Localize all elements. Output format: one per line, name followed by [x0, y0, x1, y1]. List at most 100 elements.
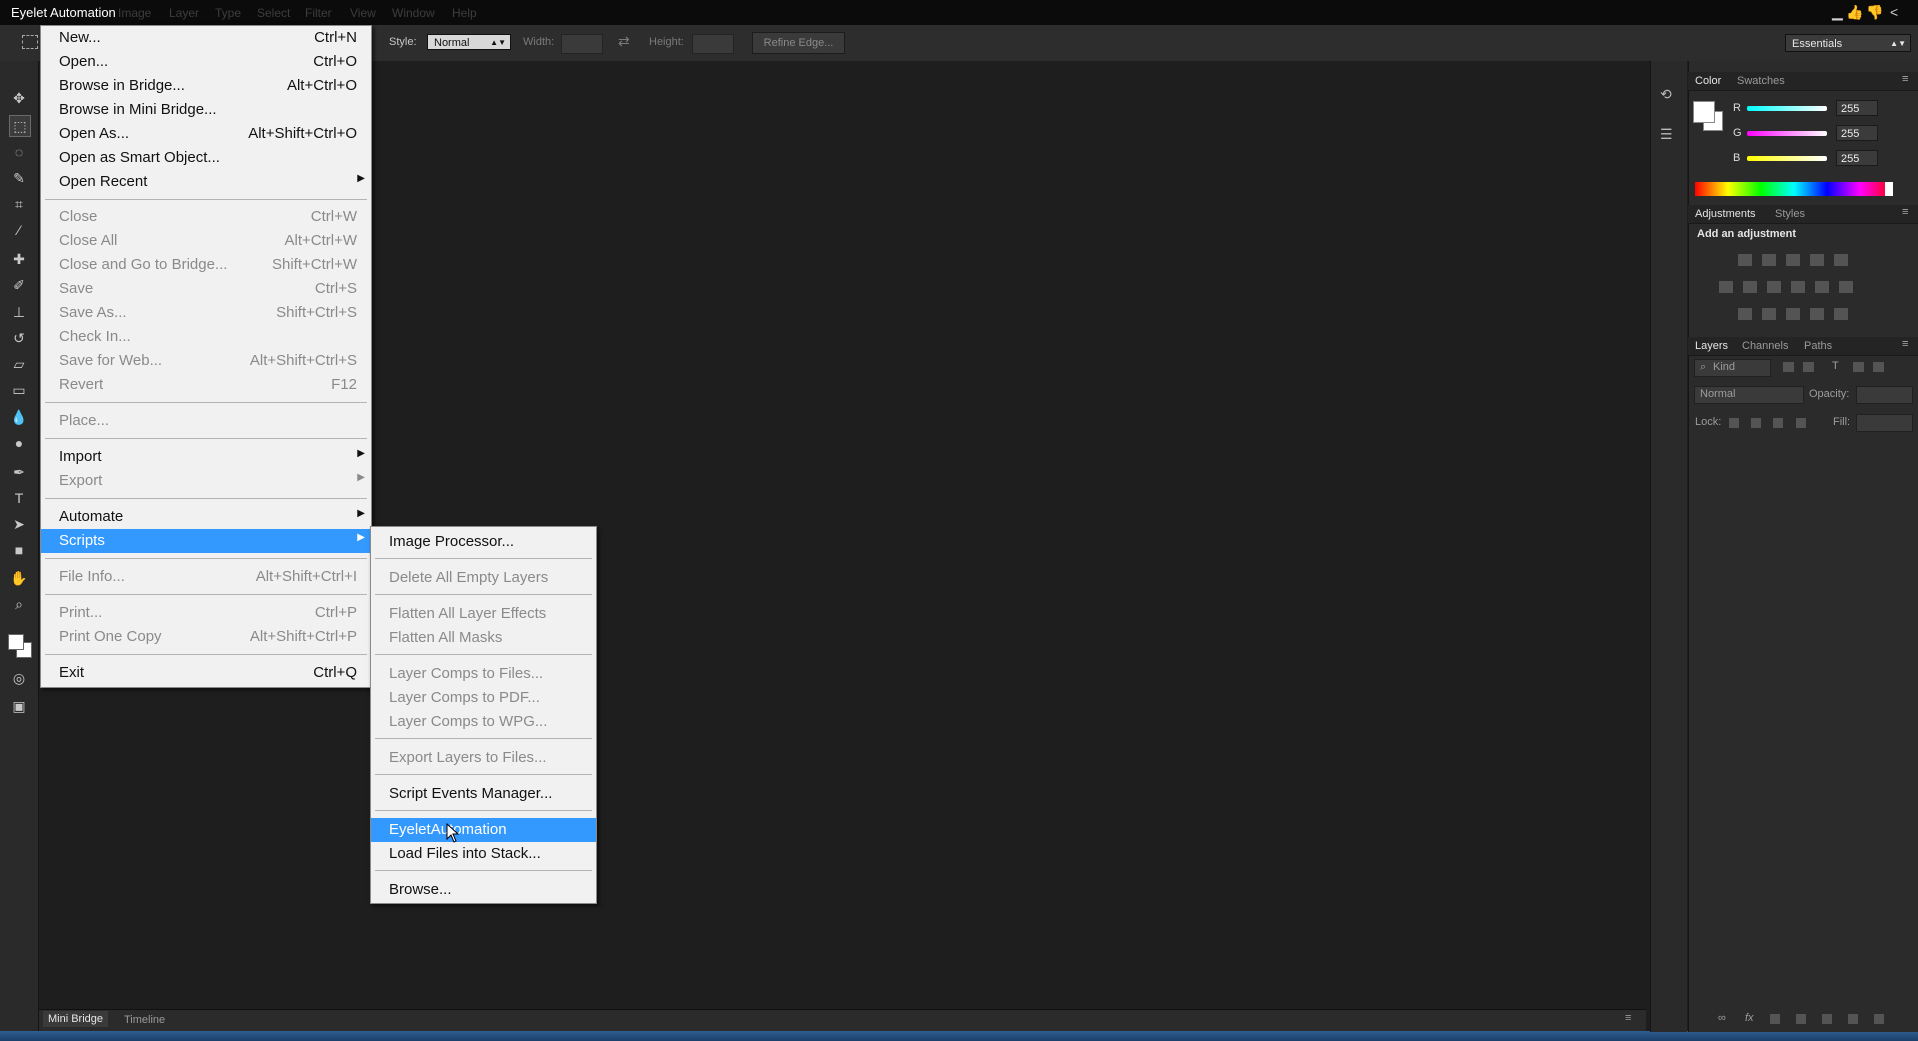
crop-tool-icon[interactable]: ⌗: [9, 194, 29, 214]
menu-item-save-for-web[interactable]: Save for Web... Alt+Shift+Ctrl+S: [41, 349, 371, 373]
smart-object-filter-icon[interactable]: [1873, 362, 1884, 372]
panel-menu-icon[interactable]: ≡: [1902, 206, 1908, 218]
height-input[interactable]: [692, 34, 734, 54]
menu-item-delete-all-empty-layers[interactable]: Delete All Empty Layers: [371, 566, 596, 590]
black-white-icon[interactable]: [1767, 281, 1781, 293]
new-layer-icon[interactable]: [1848, 1014, 1858, 1024]
tab-mini-bridge[interactable]: Mini Bridge: [43, 1011, 109, 1027]
menu-item-revert[interactable]: Revert F12: [41, 373, 371, 397]
tab-channels[interactable]: Channels: [1742, 340, 1788, 352]
menu-item-flatten-all-masks[interactable]: Flatten All Masks: [371, 626, 596, 650]
eyedropper-tool-icon[interactable]: ⁄: [9, 220, 29, 240]
hand-tool-icon[interactable]: ✋: [9, 568, 29, 588]
marquee-preset-icon[interactable]: [22, 35, 38, 49]
menu-layer[interactable]: Layer: [169, 6, 199, 20]
color-lookup-icon[interactable]: [1839, 281, 1853, 293]
shape-layer-filter-icon[interactable]: [1853, 362, 1864, 372]
zoom-tool-icon[interactable]: ⌕: [9, 594, 29, 614]
menu-help[interactable]: Help: [452, 6, 477, 20]
add-mask-icon[interactable]: [1770, 1014, 1780, 1024]
menu-item-automate[interactable]: Automate ▶: [41, 505, 371, 529]
invert-icon[interactable]: [1738, 308, 1752, 320]
tab-timeline[interactable]: Timeline: [124, 1014, 165, 1026]
menu-item-layer-comps-to-pdf[interactable]: Layer Comps to PDF...: [371, 686, 596, 710]
panel-menu-icon[interactable]: ≡: [1625, 1012, 1631, 1024]
hue-saturation-icon[interactable]: [1719, 281, 1733, 293]
brush-tool-icon[interactable]: ✐: [9, 275, 29, 295]
menu-window[interactable]: Window: [392, 6, 435, 20]
lasso-tool-icon[interactable]: ◌: [9, 142, 29, 162]
lock-image-icon[interactable]: [1751, 418, 1761, 428]
workspace-dropdown[interactable]: Essentials ▲▼: [1785, 34, 1911, 52]
adjustment-layer-filter-icon[interactable]: [1803, 362, 1814, 372]
menu-select[interactable]: Select: [257, 6, 290, 20]
menu-item-layer-comps-to-files[interactable]: Layer Comps to Files...: [371, 662, 596, 686]
menu-item-save[interactable]: Save Ctrl+S: [41, 277, 371, 301]
tab-swatches[interactable]: Swatches: [1737, 75, 1785, 87]
menu-view[interactable]: View: [350, 6, 376, 20]
share-icon[interactable]: <: [1890, 4, 1898, 20]
brightness-contrast-icon[interactable]: [1738, 254, 1752, 266]
green-slider[interactable]: [1747, 131, 1827, 136]
menu-item-image-processor[interactable]: Image Processor...: [371, 530, 596, 554]
panel-menu-icon[interactable]: ≡: [1902, 338, 1908, 350]
menu-item-print[interactable]: Print... Ctrl+P: [41, 601, 371, 625]
new-adjustment-layer-icon[interactable]: [1796, 1014, 1806, 1024]
vibrance-icon[interactable]: [1834, 254, 1848, 266]
menu-item-file-info[interactable]: File Info... Alt+Shift+Ctrl+I: [41, 565, 371, 589]
menu-item-print-one-copy[interactable]: Print One Copy Alt+Shift+Ctrl+P: [41, 625, 371, 649]
menu-item-close-all[interactable]: Close All Alt+Ctrl+W: [41, 229, 371, 253]
gradient-map-icon[interactable]: [1834, 308, 1848, 320]
color-balance-icon[interactable]: [1743, 281, 1757, 293]
style-dropdown[interactable]: Normal ▲▼: [427, 34, 511, 50]
tab-paths[interactable]: Paths: [1804, 340, 1832, 352]
photo-filter-icon[interactable]: [1791, 281, 1805, 293]
menu-item-load-files-into-stack[interactable]: Load Files into Stack...: [371, 842, 596, 866]
threshold-icon[interactable]: [1786, 308, 1800, 320]
menu-item-place[interactable]: Place...: [41, 409, 371, 433]
menu-item-save-as[interactable]: Save As... Shift+Ctrl+S: [41, 301, 371, 325]
tab-layers[interactable]: Layers: [1695, 340, 1728, 352]
lock-transparent-icon[interactable]: [1729, 418, 1739, 428]
healing-brush-tool-icon[interactable]: ✚: [9, 249, 29, 269]
minimize-icon[interactable]: ▁: [1832, 4, 1843, 21]
delete-layer-icon[interactable]: [1874, 1014, 1884, 1024]
opacity-input[interactable]: [1856, 386, 1913, 404]
lock-all-icon[interactable]: [1796, 418, 1806, 428]
exposure-icon[interactable]: [1810, 254, 1824, 266]
clone-stamp-tool-icon[interactable]: ⊥: [9, 302, 29, 322]
swap-icon[interactable]: ⇄: [618, 33, 630, 50]
menu-item-browse-in-mini-bridge[interactable]: Browse in Mini Bridge...: [41, 98, 371, 122]
screen-mode-icon[interactable]: ▣: [9, 696, 29, 716]
curves-icon[interactable]: [1786, 254, 1800, 266]
history-brush-tool-icon[interactable]: ↺: [9, 328, 29, 348]
pen-tool-icon[interactable]: ✒: [9, 462, 29, 482]
thumbs-up-icon[interactable]: 👍: [1846, 4, 1863, 21]
menu-item-open-recent[interactable]: Open Recent ▶: [41, 170, 371, 194]
move-tool-icon[interactable]: ✥: [9, 88, 29, 108]
menu-image[interactable]: Image: [118, 6, 151, 20]
selective-color-icon[interactable]: [1810, 308, 1824, 320]
fill-input[interactable]: [1856, 414, 1913, 432]
menu-item-close[interactable]: Close Ctrl+W: [41, 205, 371, 229]
tab-color[interactable]: Color: [1695, 75, 1721, 87]
blue-slider[interactable]: [1747, 156, 1827, 161]
pixel-layer-filter-icon[interactable]: [1783, 362, 1794, 372]
menu-item-close-and-go-to-bridge[interactable]: Close and Go to Bridge... Shift+Ctrl+W: [41, 253, 371, 277]
menu-item-check-in[interactable]: Check In...: [41, 325, 371, 349]
type-tool-icon[interactable]: T: [9, 488, 29, 508]
menu-item-exit[interactable]: Exit Ctrl+Q: [41, 661, 371, 685]
dodge-tool-icon[interactable]: ●: [9, 433, 29, 453]
posterize-icon[interactable]: [1762, 308, 1776, 320]
menu-item-export-layers-to-files[interactable]: Export Layers to Files...: [371, 746, 596, 770]
menu-filter[interactable]: Filter: [305, 6, 332, 20]
blur-tool-icon[interactable]: 💧: [9, 407, 29, 427]
panel-menu-icon[interactable]: ≡: [1902, 73, 1908, 85]
color-foreground-swatch[interactable]: [1693, 101, 1715, 123]
channel-mixer-icon[interactable]: [1815, 281, 1829, 293]
history-panel-icon[interactable]: ⟲: [1660, 86, 1672, 103]
menu-item-flatten-all-layer-effects[interactable]: Flatten All Layer Effects: [371, 602, 596, 626]
width-input[interactable]: [561, 34, 603, 54]
menu-item-script-events-manager[interactable]: Script Events Manager...: [371, 782, 596, 806]
eraser-tool-icon[interactable]: ▱: [9, 354, 29, 374]
